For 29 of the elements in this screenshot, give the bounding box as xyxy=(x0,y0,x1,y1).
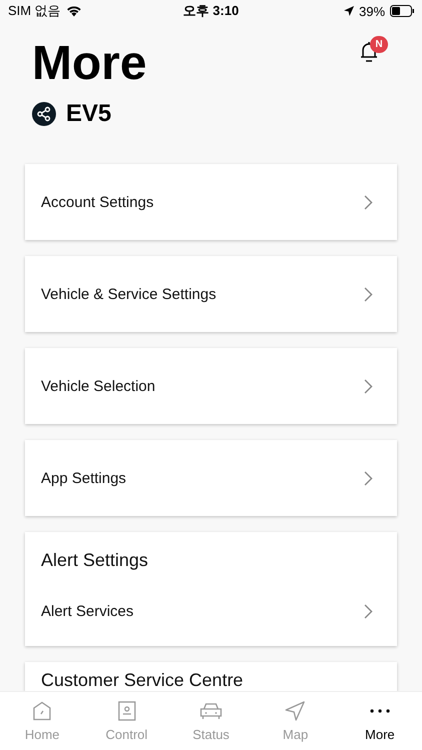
carrier-text: SIM 없음 xyxy=(8,2,61,20)
vehicle-name: EV5 xyxy=(66,100,112,128)
notification-badge: N xyxy=(370,36,388,53)
menu-item[interactable]: Vehicle Selection xyxy=(25,348,397,424)
tab[interactable]: More xyxy=(338,692,422,750)
car-icon xyxy=(200,702,222,720)
home-icon xyxy=(32,700,52,720)
section-title: Customer Service Centre xyxy=(40,669,244,691)
chevron-right-icon xyxy=(364,604,373,618)
chevron-right-icon xyxy=(364,378,373,394)
menu-item[interactable]: App Settings xyxy=(25,440,397,516)
more-dots-icon xyxy=(370,708,390,712)
battery-icon xyxy=(390,5,414,17)
clock-text: 오후 3:10 xyxy=(183,2,239,20)
menu-item[interactable]: Account Settings xyxy=(25,164,397,240)
bell-icon[interactable] xyxy=(358,40,380,64)
remote-control-icon xyxy=(118,700,136,720)
section-title: Alert Settings xyxy=(40,549,150,572)
battery-percent: 39% xyxy=(358,4,386,18)
wifi-icon xyxy=(66,5,82,17)
menu-item[interactable]: Vehicle & Service Settings xyxy=(25,256,397,332)
share-icon[interactable] xyxy=(32,102,56,126)
chevron-right-icon xyxy=(364,194,373,210)
chevron-right-icon xyxy=(364,286,373,302)
page-title: More xyxy=(32,36,147,92)
location-arrow-icon xyxy=(344,6,354,16)
navigation-arrow-icon xyxy=(285,700,306,720)
menu-item[interactable]: Alert Services xyxy=(25,576,397,646)
chevron-right-icon xyxy=(364,470,373,486)
